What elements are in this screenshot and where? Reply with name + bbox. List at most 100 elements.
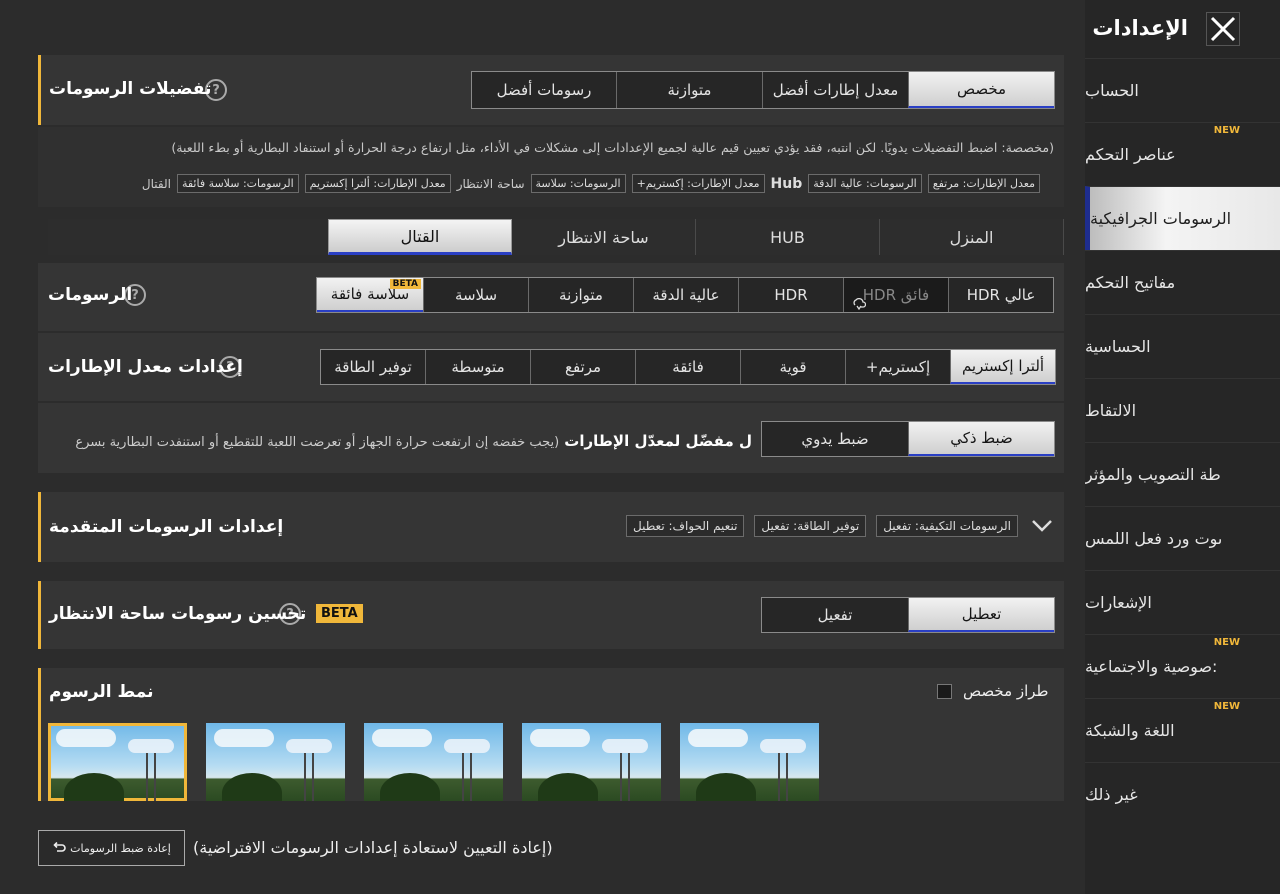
tower-shape [304,753,314,801]
chevron-down-icon[interactable] [1031,518,1053,534]
style-thumbnail[interactable] [48,723,187,801]
sidebar-item[interactable]: الحساسية [1085,314,1280,378]
mode-tabs: المنزل HUB ساحة الانتظار القتال [48,219,1064,255]
sidebar-item-label: الالتقاط [1085,401,1137,420]
segment-option[interactable]: تعطيل [908,598,1054,632]
segment-option-label: متوازنة [559,286,603,304]
close-icon [1210,16,1236,42]
graphics-settings-panel: مخصص معدل إطارات أفضل متوازنة رسومات أفضل ?… [38,0,1064,894]
cloud-shape [530,729,590,747]
cloud-shape [444,739,490,753]
mode-tab[interactable]: HUB [696,219,880,255]
segment-option[interactable]: توفير الطاقة [321,350,425,384]
style-thumbnail[interactable] [364,723,503,801]
tree-shape [380,773,440,801]
advanced-graphics-title: إعدادات الرسومات المتقدمة [49,517,284,537]
segment-option[interactable]: مخصص [908,72,1054,108]
sidebar-item-label: طة التصويب والمؤثر [1085,465,1221,484]
beta-badge: BETA [389,279,421,289]
summary-lobby-label: ساحة الانتظار [456,176,525,191]
segment-option[interactable]: سلاسة فائقة BETA [317,278,423,312]
sidebar-item[interactable]: الالتقاط [1085,378,1280,442]
graphics-quality-selector: عالي HDR فائق HDR HDR عالية الدقة متوازنة سلا… [316,277,1054,313]
segment-option-label: فائق HDR [862,286,930,304]
style-thumbnails [48,723,819,801]
segment-option[interactable]: HDR [738,278,843,312]
segment-option[interactable]: متوازنة [616,72,762,108]
sidebar-item-label: الحساسية [1085,337,1151,356]
segment-option-label: فائقة [672,358,704,376]
sidebar-item[interactable]: اللغة والشبكة NEW [1085,698,1280,762]
graphics-quality-title: الرسومات [48,285,133,305]
tower-shape [620,753,630,801]
summary-lobby-fps: معدل الإطارات: ألترا إكستريم [304,174,451,193]
sidebar-item[interactable]: عناصر التحكم NEW [1085,122,1280,186]
tree-shape [64,773,124,801]
mode-tab[interactable]: ساحة الانتظار [512,219,696,255]
segment-option-label: متوازنة [667,81,712,99]
frame-rate-adjust-label: ل مفضّل لمعدّل الإطارات [564,432,752,450]
sidebar-item-label: مفاتيح التحكم [1085,273,1176,292]
segment-option[interactable]: فائق HDR [843,278,948,312]
sidebar-header: الإعدادات [1085,0,1280,58]
segment-option[interactable]: مرتفع [530,350,635,384]
mode-tab[interactable]: المنزل [880,219,1064,255]
sidebar-item[interactable]: الحساب [1085,58,1280,122]
advanced-graphics-section[interactable]: الرسومات التكيفية: تفعيل توفير الطاقة: تف… [38,492,1064,562]
segment-option[interactable]: سلاسة [423,278,528,312]
segment-option[interactable]: ألترا إكستريم [950,350,1055,384]
summary-home-fps: معدل الإطارات: مرتفع [927,174,1040,193]
segment-option[interactable]: رسومات أفضل [472,72,616,108]
frame-rate-adjust-selector: ضبط ذكي ضبط يدوي [761,421,1055,457]
advanced-chip: الرسومات التكيفية: تفعيل [876,515,1018,537]
segment-option[interactable]: متوسطة [425,350,530,384]
mode-tab[interactable]: القتال [328,219,512,255]
sidebar-item[interactable]: غير ذلك [1085,762,1280,826]
segment-option[interactable]: قوية [740,350,845,384]
sidebar-item[interactable]: مفاتيح التحكم [1085,250,1280,314]
segment-option[interactable]: ضبط يدوي [762,422,908,456]
frame-rate-section: ألترا إكستريم إكستريم+ قوية فائقة مرتفع متوسط… [38,333,1064,401]
segment-option-label: عالية الدقة [652,286,720,304]
graphics-style-section: طراز مخصص نمط الرسوم [38,668,1064,801]
segment-option[interactable]: عالية الدقة [633,278,738,312]
sidebar-item[interactable]: :صوصية والاجتماعية NEW [1085,634,1280,698]
tree-shape [696,773,756,801]
cloud-download-icon [853,298,866,310]
segment-option[interactable]: عالي HDR [948,278,1053,312]
sidebar-item[interactable]: ىوت ورد فعل اللمس [1085,506,1280,570]
advanced-chip: تنعيم الحواف: تعطيل [626,515,745,537]
graphics-quality-section: عالي HDR فائق HDR HDR عالية الدقة متوازنة سلا… [38,263,1064,331]
summary-hub-fps: معدل الإطارات: إكستريم+ [631,174,765,193]
sidebar-item[interactable]: طة التصويب والمؤثر [1085,442,1280,506]
segment-option-label: ألترا إكستريم [961,357,1045,375]
settings-title: الإعدادات [1092,16,1188,40]
frame-rate-adjust-section: ضبط ذكي ضبط يدوي ل مفضّل لمعدّل الإطارات … [38,403,1064,473]
summary-hub-graphics: الرسومات: سلاسة [530,174,626,193]
new-badge: NEW [1213,125,1240,136]
segment-option-label: HDR [774,286,808,304]
segment-option[interactable]: ضبط ذكي [908,422,1054,456]
custom-style-checkbox[interactable] [937,684,952,699]
cloud-shape [602,739,648,753]
close-button[interactable] [1206,12,1240,46]
segment-option[interactable]: إكستريم+ [845,350,950,384]
segment-option-label: مخصص [956,80,1007,98]
segment-option-label: تعطيل [961,605,1002,623]
graphics-preference-selector: مخصص معدل إطارات أفضل متوازنة رسومات أفضل [471,71,1055,109]
segment-option-label: متوسطة [451,358,505,376]
tower-shape [778,753,788,801]
summary-hub-label: Hub [770,175,803,192]
segment-option[interactable]: تفعيل [762,598,908,632]
tower-shape [146,753,156,801]
reset-graphics-button[interactable]: إعادة ضبط الرسومات [38,830,185,866]
sidebar-item[interactable]: الإشعارات [1085,570,1280,634]
segment-option[interactable]: معدل إطارات أفضل [762,72,908,108]
style-thumbnail[interactable] [206,723,345,801]
segment-option[interactable]: متوازنة [528,278,633,312]
reset-label: إعادة ضبط الرسومات [70,841,171,855]
style-thumbnail[interactable] [522,723,661,801]
segment-option[interactable]: فائقة [635,350,740,384]
sidebar-item[interactable]: الرسومات الجرافيكية [1085,186,1280,250]
style-thumbnail[interactable] [680,723,819,801]
